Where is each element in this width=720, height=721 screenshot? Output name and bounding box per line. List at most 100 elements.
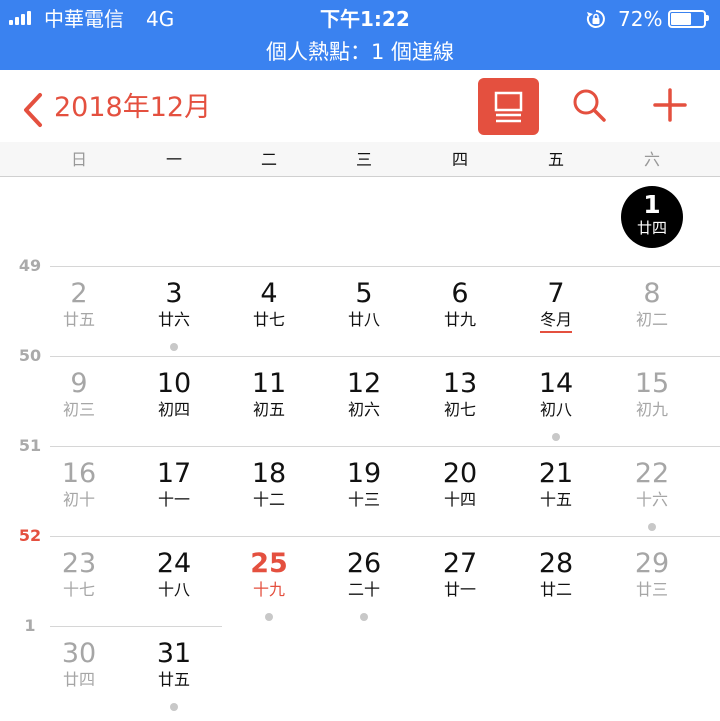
day-number: 28 bbox=[538, 548, 574, 579]
lunar-date: 廿四 bbox=[636, 219, 667, 237]
day-number: 16 bbox=[61, 458, 97, 489]
day-cell[interactable]: 2 廿五 bbox=[34, 278, 124, 330]
day-number: 4 bbox=[260, 278, 278, 309]
lunar-date: 廿二 bbox=[539, 580, 572, 599]
lunar-date: 廿六 bbox=[157, 310, 190, 329]
day-number: 12 bbox=[346, 368, 382, 399]
week-number: 50 bbox=[18, 346, 42, 365]
day-number: 25 bbox=[250, 548, 288, 579]
day-number: 26 bbox=[346, 548, 382, 579]
lunar-date: 初八 bbox=[539, 400, 572, 419]
day-cell-selected[interactable]: 1 廿四 bbox=[621, 186, 683, 248]
day-number: 17 bbox=[156, 458, 192, 489]
day-cell[interactable]: 31 廿五 bbox=[129, 638, 219, 690]
event-dot bbox=[360, 613, 368, 621]
lunar-date: 廿四 bbox=[62, 670, 95, 689]
day-cell[interactable]: 24 十八 bbox=[129, 548, 219, 600]
lunar-date: 廿一 bbox=[443, 580, 476, 599]
event-dot bbox=[170, 703, 178, 711]
day-number: 9 bbox=[70, 368, 88, 399]
day-number: 22 bbox=[634, 458, 670, 489]
day-cell[interactable]: 28 廿二 bbox=[511, 548, 601, 600]
day-cell[interactable]: 23 十七 bbox=[34, 548, 124, 600]
day-number: 3 bbox=[165, 278, 183, 309]
day-cell[interactable]: 19 十三 bbox=[319, 458, 409, 510]
day-number: 10 bbox=[156, 368, 192, 399]
day-cell[interactable]: 3 廿六 bbox=[129, 278, 219, 330]
solar-term-label: 冬月 bbox=[539, 310, 572, 333]
day-number: 29 bbox=[634, 548, 670, 579]
day-number: 21 bbox=[538, 458, 574, 489]
day-cell[interactable]: 29 廿三 bbox=[607, 548, 697, 600]
lunar-date: 廿五 bbox=[62, 310, 95, 329]
lunar-date: 十七 bbox=[62, 580, 95, 599]
day-number: 24 bbox=[156, 548, 192, 579]
day-cell[interactable]: 18 十二 bbox=[224, 458, 314, 510]
week-separator bbox=[50, 536, 720, 537]
day-cell[interactable]: 7 冬月 bbox=[511, 278, 601, 333]
day-cell[interactable]: 9 初三 bbox=[34, 368, 124, 420]
day-number: 13 bbox=[442, 368, 478, 399]
day-cell[interactable]: 12 初六 bbox=[319, 368, 409, 420]
day-number: 18 bbox=[251, 458, 287, 489]
day-cell[interactable]: 13 初七 bbox=[415, 368, 505, 420]
lunar-date: 二十 bbox=[347, 580, 380, 599]
lunar-date: 初四 bbox=[157, 400, 190, 419]
day-number: 19 bbox=[346, 458, 382, 489]
day-cell[interactable]: 10 初四 bbox=[129, 368, 219, 420]
day-cell-today[interactable]: 25 十九 bbox=[224, 548, 314, 600]
lunar-date: 初七 bbox=[443, 400, 476, 419]
day-cell[interactable]: 27 廿一 bbox=[415, 548, 505, 600]
lunar-date: 十九 bbox=[252, 580, 285, 599]
day-number: 1 bbox=[643, 190, 661, 219]
day-cell[interactable]: 5 廿八 bbox=[319, 278, 409, 330]
lunar-date: 初九 bbox=[635, 400, 668, 419]
day-cell[interactable]: 14 初八 bbox=[511, 368, 601, 420]
week-separator bbox=[50, 266, 720, 267]
day-cell[interactable]: 6 廿九 bbox=[415, 278, 505, 330]
lunar-date: 十六 bbox=[635, 490, 668, 509]
day-cell[interactable]: 21 十五 bbox=[511, 458, 601, 510]
day-number: 8 bbox=[643, 278, 661, 309]
week-separator bbox=[50, 446, 720, 447]
day-cell[interactable]: 4 廿七 bbox=[224, 278, 314, 330]
lunar-date: 十八 bbox=[157, 580, 190, 599]
day-cell[interactable]: 11 初五 bbox=[224, 368, 314, 420]
day-number: 31 bbox=[156, 638, 192, 669]
lunar-date: 十二 bbox=[252, 490, 285, 509]
lunar-date: 廿九 bbox=[443, 310, 476, 329]
day-cell[interactable]: 8 初二 bbox=[607, 278, 697, 330]
week-number: 52 bbox=[18, 526, 42, 545]
day-number: 6 bbox=[451, 278, 469, 309]
day-number: 20 bbox=[442, 458, 478, 489]
day-number: 11 bbox=[251, 368, 287, 399]
lunar-date: 初五 bbox=[252, 400, 285, 419]
lunar-date: 廿八 bbox=[347, 310, 380, 329]
week-number: 49 bbox=[18, 256, 42, 275]
day-number: 23 bbox=[61, 548, 97, 579]
event-dot bbox=[552, 433, 560, 441]
day-cell[interactable]: 16 初十 bbox=[34, 458, 124, 510]
day-number: 2 bbox=[70, 278, 88, 309]
lunar-date: 初三 bbox=[62, 400, 95, 419]
lunar-date: 初二 bbox=[635, 310, 668, 329]
event-dot bbox=[265, 613, 273, 621]
day-number: 7 bbox=[547, 278, 565, 309]
day-cell[interactable]: 22 十六 bbox=[607, 458, 697, 510]
day-cell[interactable]: 15 初九 bbox=[607, 368, 697, 420]
week-separator bbox=[50, 626, 222, 627]
day-cell[interactable]: 17 十一 bbox=[129, 458, 219, 510]
lunar-date: 初六 bbox=[347, 400, 380, 419]
day-cell[interactable]: 30 廿四 bbox=[34, 638, 124, 690]
lunar-date: 十三 bbox=[347, 490, 380, 509]
event-dot bbox=[170, 343, 178, 351]
day-cell[interactable]: 20 十四 bbox=[415, 458, 505, 510]
week-number: 1 bbox=[24, 616, 36, 635]
month-grid: 1 廿四 49 2 廿五 3 廿六 4 廿七 5 廿八 6 廿九 7 冬月 8 初二 50 9 初三 10 初四 11 初五 1… bbox=[0, 0, 720, 721]
day-cell[interactable]: 26 二十 bbox=[319, 548, 409, 600]
week-number: 51 bbox=[18, 436, 42, 455]
day-number: 30 bbox=[61, 638, 97, 669]
lunar-date: 十四 bbox=[443, 490, 476, 509]
lunar-date: 廿七 bbox=[252, 310, 285, 329]
lunar-date: 十五 bbox=[539, 490, 572, 509]
